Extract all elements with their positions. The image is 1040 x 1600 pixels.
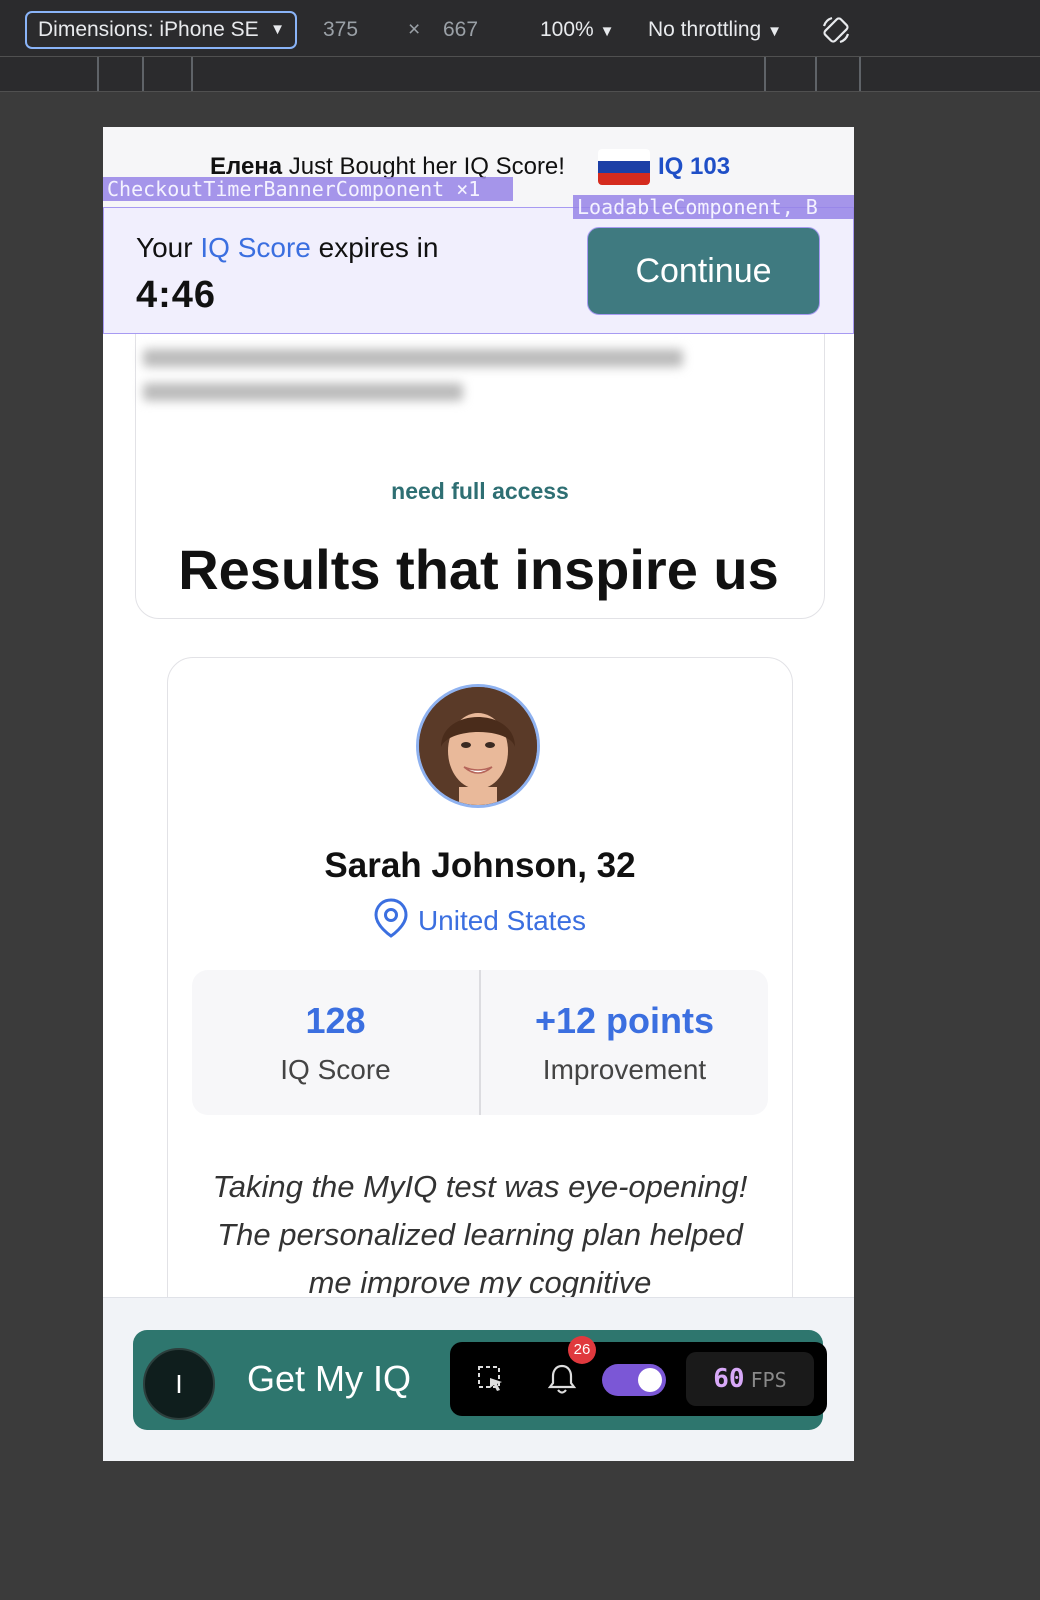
- dimensions-select-label: Dimensions: iPhone SE: [38, 18, 259, 41]
- toggle-knob: [638, 1368, 662, 1392]
- height-input[interactable]: 667: [443, 18, 478, 42]
- fps-value: 60: [713, 1364, 745, 1394]
- ruler-tick: [191, 57, 193, 91]
- flag-stripe-red: [598, 173, 650, 185]
- ticker-text: Just Bought her IQ Score!: [282, 153, 565, 180]
- toggle-switch[interactable]: [602, 1364, 666, 1396]
- stat-improvement: +12 points Improvement: [481, 1000, 768, 1086]
- component-overlay-label: CheckoutTimerBannerComponent ×1: [103, 177, 513, 201]
- zoom-select[interactable]: 100% ▼: [540, 18, 614, 42]
- timer-label: Your IQ Score expires in: [136, 232, 438, 264]
- notification-badge: 26: [568, 1336, 596, 1364]
- media-query-ruler: [0, 57, 1040, 92]
- stat-value: +12 points: [534, 1000, 715, 1041]
- location-label: United States: [417, 905, 587, 936]
- stat-caption: IQ Score: [280, 1054, 391, 1085]
- ticker-iq-score: IQ 103: [658, 153, 731, 180]
- access-notice: need full access: [391, 478, 569, 504]
- stat-value: 128: [305, 1000, 366, 1041]
- chevron-down-icon: ▼: [767, 23, 782, 40]
- width-input[interactable]: 375: [323, 18, 358, 42]
- component-overlay-label: LoadableComponent, B: [573, 195, 854, 219]
- sticky-footer: I Get My IQ 26 60 FPS: [103, 1297, 854, 1461]
- testimonial-name: Sarah Johnson, 32: [324, 846, 636, 885]
- testimonial-card: Sarah Johnson, 32 United States 128 IQ S…: [167, 657, 793, 1359]
- cta-label: Get My IQ: [247, 1358, 412, 1399]
- flag-stripe-blue: [598, 161, 650, 173]
- buyer-name: Елена: [210, 153, 283, 180]
- throttling-select[interactable]: No throttling ▼: [648, 18, 782, 42]
- throttling-label: No throttling: [648, 18, 762, 41]
- fps-unit: FPS: [750, 1368, 787, 1392]
- dimensions-select[interactable]: Dimensions: iPhone SE ▼: [25, 11, 297, 49]
- perf-toolbar: 26 60 FPS: [450, 1336, 827, 1416]
- select-element-icon[interactable]: [476, 1364, 506, 1394]
- testimonial-location: United States: [168, 898, 792, 938]
- avatar-image: [419, 687, 537, 805]
- chevron-down-icon: ▼: [270, 21, 285, 38]
- countdown-timer: 4:46: [136, 274, 217, 316]
- times-separator: ×: [408, 18, 421, 41]
- get-my-iq-button[interactable]: I Get My IQ 26 60 FPS: [133, 1330, 827, 1430]
- avatar: [416, 684, 540, 808]
- blurred-text: [143, 337, 763, 417]
- timer-label-prefix: Your: [136, 232, 201, 263]
- flag-stripe-white: [598, 149, 650, 161]
- timer-label-highlight: IQ Score: [200, 232, 311, 263]
- ruler-tick: [859, 57, 861, 91]
- stats-panel: 128 IQ Score +12 points Improvement: [192, 970, 768, 1115]
- checkout-timer-banner: Your IQ Score expires in 4:46 Continue: [103, 207, 854, 334]
- device-toolbar: Dimensions: iPhone SE ▼ 375 × 667 100% ▼…: [0, 0, 1040, 57]
- stat-iq-score: 128 IQ Score: [192, 1000, 479, 1086]
- section-title: Results that inspire us: [178, 538, 779, 601]
- chevron-down-icon: ▼: [599, 23, 615, 40]
- testimonial-quote: Taking the MyIQ test was eye-opening! Th…: [212, 1169, 748, 1300]
- cta-avatar-icon: I: [143, 1348, 215, 1420]
- fps-meter: 60 FPS: [686, 1352, 814, 1406]
- ruler-tick: [142, 57, 144, 91]
- stat-caption: Improvement: [542, 1054, 707, 1085]
- russia-flag-icon: [598, 149, 650, 185]
- timer-label-suffix: expires in: [310, 232, 439, 263]
- ruler-tick: [764, 57, 766, 91]
- rotate-icon[interactable]: [820, 14, 852, 46]
- location-pin-icon: [374, 898, 408, 938]
- continue-button[interactable]: Continue: [587, 227, 820, 315]
- bell-icon[interactable]: [546, 1362, 578, 1396]
- device-viewport: need full access Results that inspire us…: [103, 127, 854, 1461]
- ruler-tick: [97, 57, 99, 91]
- ruler-tick: [815, 57, 817, 91]
- zoom-label: 100%: [540, 18, 594, 41]
